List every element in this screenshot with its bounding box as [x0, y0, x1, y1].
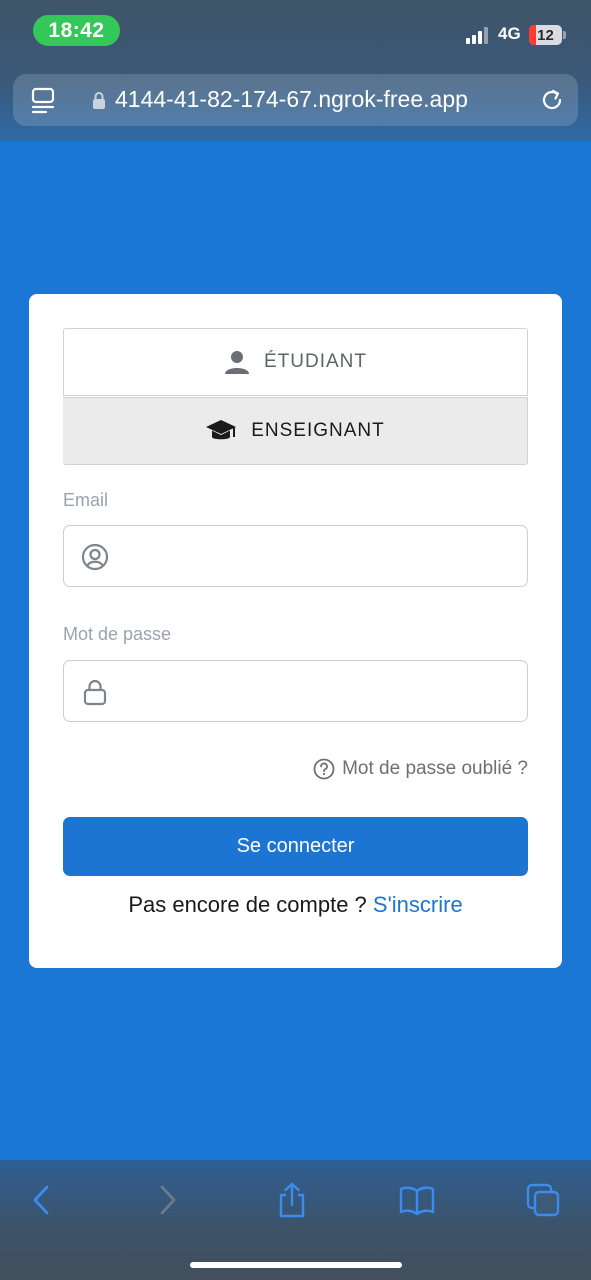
tabs-icon[interactable] [525, 1182, 561, 1218]
question-circle-icon [313, 758, 335, 780]
url-text[interactable]: 4144-41-82-174-67.ngrok-free.app [115, 86, 468, 113]
graduation-cap-icon [206, 420, 237, 440]
login-button[interactable]: Se connecter [63, 817, 528, 876]
reload-icon[interactable] [539, 87, 565, 113]
forward-arrow-icon[interactable] [150, 1182, 186, 1218]
bookmarks-icon[interactable] [399, 1182, 435, 1218]
login-card: ÉTUDIANT ENSEIGNANT Email Mot de passe M… [29, 294, 562, 968]
padlock-icon [83, 679, 107, 706]
forgot-password-link[interactable]: Mot de passe oublié ? [313, 758, 528, 780]
email-input[interactable] [124, 526, 514, 586]
lock-icon [93, 92, 105, 109]
signup-line: Pas encore de compte ? S'inscrire [29, 892, 562, 918]
role-teacher-label: ENSEIGNANT [251, 420, 385, 441]
person-icon [225, 351, 249, 374]
password-input[interactable] [124, 661, 514, 721]
home-indicator[interactable] [190, 1262, 402, 1268]
status-time: 18:42 [33, 15, 120, 46]
password-field[interactable] [63, 660, 528, 722]
signal-icon [466, 27, 492, 44]
battery-tip [563, 31, 566, 39]
role-student-button[interactable]: ÉTUDIANT [63, 328, 528, 396]
forgot-password-label: Mot de passe oublié ? [342, 758, 528, 779]
email-label: Email [63, 490, 109, 510]
password-label: Mot de passe [63, 624, 172, 644]
battery-level: 12 [537, 26, 554, 44]
battery-icon: 12 [529, 25, 562, 45]
email-field[interactable] [63, 525, 528, 587]
reader-menu-icon[interactable] [30, 86, 56, 114]
role-teacher-button[interactable]: ENSEIGNANT [63, 397, 528, 465]
browser-top-chrome: 18:42 4G 12 4144-41-82-174-67.ngrok-free… [0, 0, 591, 141]
signup-link[interactable]: S'inscrire [373, 892, 463, 917]
address-bar[interactable]: 4144-41-82-174-67.ngrok-free.app [13, 74, 578, 126]
signup-prompt: Pas encore de compte ? [128, 892, 373, 917]
role-student-label: ÉTUDIANT [264, 351, 367, 372]
network-type: 4G [498, 24, 521, 43]
share-icon[interactable] [274, 1182, 310, 1218]
user-circle-icon [81, 543, 109, 571]
back-arrow-icon[interactable] [23, 1182, 59, 1218]
status-bar: 18:42 4G 12 [0, 0, 591, 60]
